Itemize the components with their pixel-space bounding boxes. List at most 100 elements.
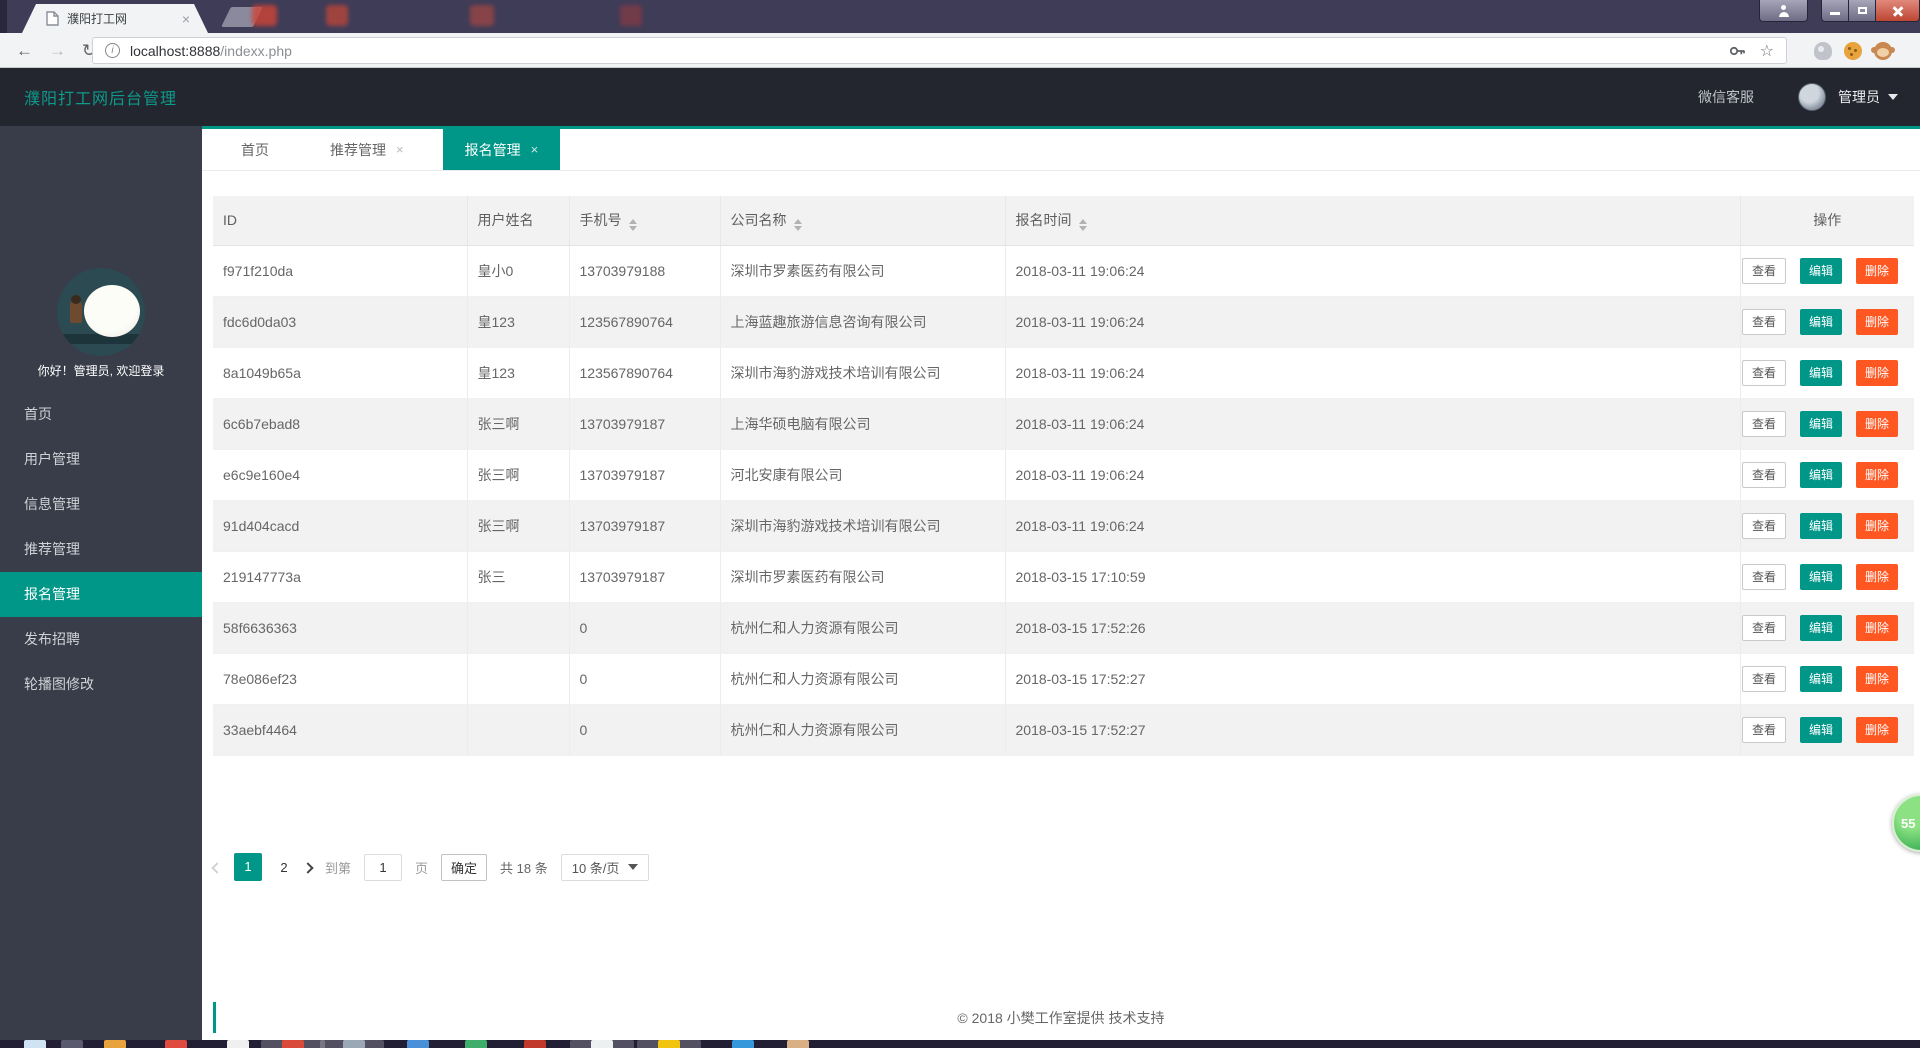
avatar-art — [57, 334, 145, 344]
edit-button[interactable]: 编辑 — [1799, 461, 1842, 488]
bookmark-star-icon[interactable]: ☆ — [1760, 41, 1774, 61]
next-page-icon[interactable] — [302, 860, 314, 875]
sort-icon[interactable] — [628, 218, 637, 231]
key-icon[interactable] — [1729, 43, 1746, 59]
browser-tab[interactable]: 濮阳打工网 × — [22, 4, 208, 33]
sidebar-item-1[interactable]: 首页 — [0, 392, 202, 437]
tab-1[interactable]: 首页 — [219, 129, 291, 170]
sidebar-item-4[interactable]: 推荐管理 — [0, 527, 202, 572]
taskbar-app-icon[interactable] — [227, 1040, 249, 1048]
edit-button[interactable]: 编辑 — [1799, 614, 1842, 641]
back-button[interactable]: ← — [16, 42, 33, 59]
delete-button[interactable]: 删除 — [1855, 359, 1898, 386]
taskbar-app-icon[interactable] — [104, 1040, 126, 1048]
sidebar-item-label: 首页 — [24, 406, 52, 422]
view-button[interactable]: 查看 — [1741, 614, 1786, 641]
sidebar-item-3[interactable]: 信息管理 — [0, 482, 202, 527]
edit-button[interactable]: 编辑 — [1799, 665, 1842, 692]
close-tab-icon[interactable]: × — [396, 142, 404, 157]
delete-button[interactable]: 删除 — [1855, 512, 1898, 539]
page-number-button[interactable]: 1 — [234, 853, 262, 881]
page-numbers: 12 — [234, 853, 291, 881]
edit-button[interactable]: 编辑 — [1799, 308, 1842, 335]
per-page-select[interactable]: 10 条/页 — [560, 853, 650, 881]
taskbar-app-icon[interactable] — [591, 1040, 613, 1048]
view-button[interactable]: 查看 — [1741, 563, 1786, 590]
browser-menu-icon[interactable]: ⋮ — [1913, 41, 1920, 61]
taskbar-app-icon[interactable] — [61, 1040, 83, 1048]
delete-button[interactable]: 删除 — [1855, 410, 1898, 437]
address-bar[interactable]: i localhost:8888/indexx.php ☆ — [92, 37, 1787, 64]
view-button[interactable]: 查看 — [1741, 512, 1786, 539]
view-button[interactable]: 查看 — [1741, 359, 1786, 386]
edit-button[interactable]: 编辑 — [1799, 716, 1842, 743]
confirm-button[interactable]: 确定 — [441, 853, 488, 881]
browser-tabstrip: 濮阳打工网 × — [0, 0, 1920, 33]
sort-icon[interactable] — [1078, 218, 1087, 231]
minimize-button[interactable] — [1821, 0, 1848, 22]
tab-2[interactable]: 推荐管理 × — [308, 129, 426, 170]
sidebar-item-7[interactable]: 轮播图修改 — [0, 662, 202, 707]
taskbar[interactable] — [0, 1040, 1920, 1048]
sidebar-item-2[interactable]: 用户管理 — [0, 437, 202, 482]
page-number-button[interactable]: 2 — [277, 860, 291, 875]
delete-button[interactable]: 删除 — [1855, 308, 1898, 335]
taskbar-app-icon[interactable] — [24, 1040, 46, 1048]
wechat-service-link[interactable]: 微信客服 — [1698, 87, 1754, 107]
close-tab-icon[interactable]: × — [182, 12, 190, 26]
taskbar-app-icon[interactable] — [465, 1040, 487, 1048]
page-label: 页 — [415, 860, 429, 876]
admin-avatar[interactable] — [1798, 83, 1826, 111]
sidebar-item-6[interactable]: 发布招聘 — [0, 617, 202, 662]
taskbar-app-icon[interactable] — [732, 1040, 754, 1048]
cell-time: 2018-03-11 19:06:24 — [1005, 398, 1741, 450]
delete-button[interactable]: 删除 — [1855, 461, 1898, 488]
edit-button[interactable]: 编辑 — [1799, 257, 1842, 284]
forward-button[interactable]: → — [49, 42, 66, 59]
delete-button[interactable]: 删除 — [1855, 665, 1898, 692]
chevron-down-icon[interactable] — [1888, 94, 1898, 100]
pagination: 12 到第 页 确定 共 18 条 10 条/页 — [211, 853, 650, 881]
close-tab-icon[interactable]: × — [531, 142, 539, 157]
delete-button[interactable]: 删除 — [1855, 614, 1898, 641]
delete-button[interactable]: 删除 — [1855, 563, 1898, 590]
maximize-button[interactable] — [1848, 0, 1875, 22]
prev-page-icon[interactable] — [211, 860, 223, 875]
tab-3[interactable]: 报名管理 × — [442, 129, 561, 170]
taskbar-app-icon[interactable] — [407, 1040, 429, 1048]
edit-button[interactable]: 编辑 — [1799, 359, 1842, 386]
taskbar-app-icon[interactable] — [658, 1040, 680, 1048]
browser-toolbar: ← → ↻ i localhost:8888/indexx.php ☆ ⋮ — [0, 33, 1920, 68]
delete-button[interactable]: 删除 — [1855, 716, 1898, 743]
view-button[interactable]: 查看 — [1741, 257, 1786, 284]
monkey-extension-icon[interactable] — [1871, 42, 1892, 60]
profile-button[interactable] — [1759, 0, 1808, 22]
edit-button[interactable]: 编辑 — [1799, 512, 1842, 539]
cell-time: 2018-03-11 19:06:24 — [1005, 500, 1741, 552]
view-button[interactable]: 查看 — [1741, 410, 1786, 437]
col-label: 公司名称 — [730, 211, 787, 228]
admin-menu[interactable]: 管理员 — [1838, 87, 1880, 107]
extension-icon[interactable] — [1814, 42, 1832, 60]
edit-button[interactable]: 编辑 — [1799, 410, 1842, 437]
close-window-button[interactable] — [1875, 0, 1920, 22]
taskbar-app-icon[interactable] — [282, 1040, 304, 1048]
taskbar-app-icon[interactable] — [165, 1040, 187, 1048]
info-icon[interactable]: i — [105, 43, 120, 58]
window-edge — [0, 0, 7, 33]
taskbar-app-icon[interactable] — [524, 1040, 546, 1048]
view-button[interactable]: 查看 — [1741, 716, 1786, 743]
delete-button[interactable]: 删除 — [1855, 257, 1898, 284]
edit-button[interactable]: 编辑 — [1799, 563, 1842, 590]
sort-icon[interactable] — [793, 218, 802, 231]
cell-id: 219147773a — [213, 551, 468, 603]
view-button[interactable]: 查看 — [1741, 308, 1786, 335]
view-button[interactable]: 查看 — [1741, 665, 1786, 692]
goto-page-input[interactable] — [364, 853, 403, 881]
taskbar-app-icon[interactable] — [343, 1040, 365, 1048]
sidebar: 你好！管理员, 欢迎登录 首页 用户管理 信息管理 推荐管理 报名管理 发布招聘… — [0, 126, 202, 1040]
view-button[interactable]: 查看 — [1741, 461, 1786, 488]
cookie-extension-icon[interactable] — [1844, 42, 1862, 60]
taskbar-app-icon[interactable] — [787, 1040, 809, 1048]
sidebar-item-5[interactable]: 报名管理 — [0, 572, 202, 617]
